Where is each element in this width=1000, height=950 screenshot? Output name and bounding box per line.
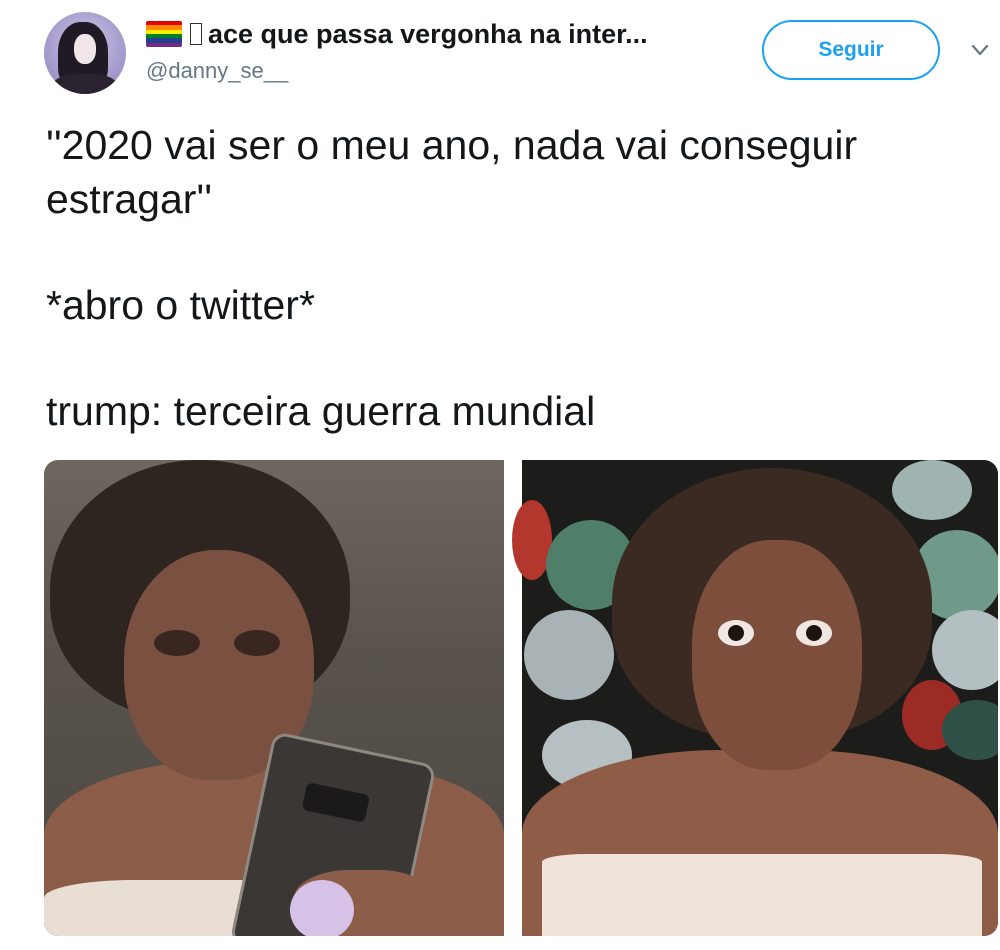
tweet-line-1: ''2020 vai ser o meu ano, nada vai conse…: [46, 122, 858, 222]
bokeh-light: [892, 460, 972, 520]
right-figure-eye: [718, 620, 754, 646]
bokeh-light: [524, 610, 614, 700]
phone-camera: [301, 782, 370, 823]
chevron-down-icon[interactable]: [970, 40, 990, 60]
missing-glyph-icon: [190, 23, 202, 45]
tweet-media[interactable]: [44, 460, 998, 936]
author-display-name[interactable]: ace que passa vergonha na inter...: [208, 19, 648, 50]
tweet-line-2: *abro o twitter*: [46, 282, 315, 328]
right-figure-towel: [542, 854, 982, 936]
author-name-row[interactable]: ace que passa vergonha na inter...: [146, 16, 648, 52]
author-handle[interactable]: @danny_se__: [146, 58, 288, 84]
tweet-text: ''2020 vai ser o meu ano, nada vai conse…: [46, 118, 976, 438]
bokeh-light: [942, 700, 998, 760]
tweet-line-3: trump: terceira guerra mundial: [46, 388, 596, 434]
left-figure-eye: [154, 630, 200, 656]
follow-button[interactable]: Seguir: [762, 20, 940, 80]
right-figure-eye: [796, 620, 832, 646]
phone-grip: [290, 880, 354, 936]
media-image-right[interactable]: [512, 460, 998, 936]
avatar-face: [74, 34, 96, 64]
media-image-left[interactable]: [44, 460, 504, 936]
author-avatar[interactable]: [44, 12, 126, 94]
rainbow-flag-icon: [146, 21, 182, 47]
avatar-body: [52, 74, 118, 94]
bokeh-light: [932, 610, 998, 690]
left-figure-eye: [234, 630, 280, 656]
right-figure-face: [692, 540, 862, 770]
